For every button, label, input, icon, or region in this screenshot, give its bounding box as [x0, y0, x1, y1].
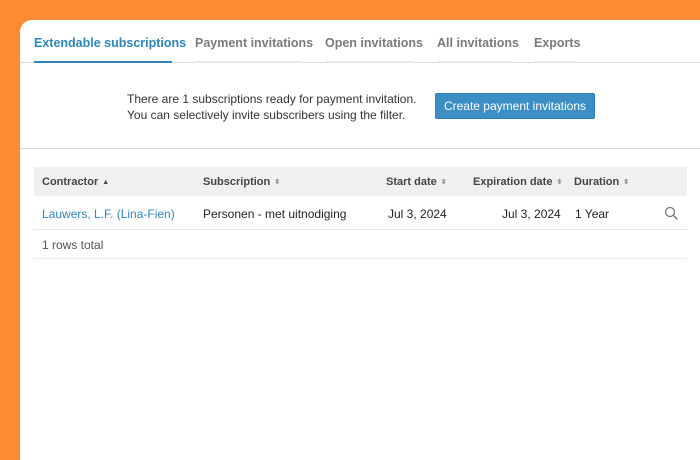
tab-exports[interactable]: Exports	[534, 36, 581, 50]
invite-message-line-1: There are 1 subscriptions ready for paym…	[127, 92, 417, 106]
invite-message: There are 1 subscriptions ready for paym…	[127, 91, 416, 123]
tab-extendable-subscriptions[interactable]: Extendable subscriptions	[34, 36, 186, 50]
column-header-start-date[interactable]: Start date ⬍	[386, 176, 447, 188]
table-row[interactable]: Lauwers, L.F. (Lina-Fien) Personen - met…	[34, 196, 687, 230]
main-panel: Extendable subscriptions Payment invitat…	[20, 20, 700, 460]
sort-icon: ⬍	[440, 179, 447, 186]
expiration-date-cell: Jul 3, 2024	[502, 207, 561, 221]
rows-total-label: 1 rows total	[42, 238, 104, 252]
subscriptions-table: Contractor ▲ Subscription ⬍ Start date ⬍ Ex…	[34, 167, 687, 259]
invite-section: There are 1 subscriptions ready for paym…	[20, 63, 700, 149]
column-header-contractor[interactable]: Contractor ▲	[42, 176, 109, 188]
contractor-link[interactable]: Lauwers, L.F. (Lina-Fien)	[42, 207, 175, 221]
tab-all-invitations[interactable]: All invitations	[437, 36, 519, 50]
tab-bar: Extendable subscriptions Payment invitat…	[20, 20, 700, 63]
column-header-expiration-date[interactable]: Expiration date ⬍	[473, 176, 562, 188]
column-header-duration[interactable]: Duration ⬍	[574, 176, 629, 188]
column-label: Expiration date	[473, 176, 553, 188]
column-label: Duration	[574, 176, 620, 188]
tab-open-invitations[interactable]: Open invitations	[325, 36, 423, 50]
duration-cell: 1 Year	[575, 207, 610, 221]
column-label: Subscription	[203, 176, 271, 188]
column-header-subscription[interactable]: Subscription ⬍	[203, 176, 280, 188]
subscription-cell: Personen - met uitnodiging	[203, 207, 347, 221]
sort-ascending-icon: ▲	[102, 179, 110, 186]
search-icon[interactable]	[664, 206, 678, 220]
invite-message-line-2: You can selectively invite subscribers u…	[127, 108, 406, 122]
create-payment-invitations-button[interactable]: Create payment invitations	[435, 93, 595, 119]
sort-icon: ⬍	[556, 179, 563, 186]
table-footer: 1 rows total	[34, 230, 687, 259]
sort-icon: ⬍	[274, 179, 281, 186]
table-header: Contractor ▲ Subscription ⬍ Start date ⬍ Ex…	[34, 167, 687, 196]
tab-payment-invitations[interactable]: Payment invitations	[195, 36, 313, 50]
sort-icon: ⬍	[623, 179, 630, 186]
column-label: Contractor	[42, 176, 99, 188]
column-label: Start date	[386, 176, 437, 188]
start-date-cell: Jul 3, 2024	[388, 207, 447, 221]
